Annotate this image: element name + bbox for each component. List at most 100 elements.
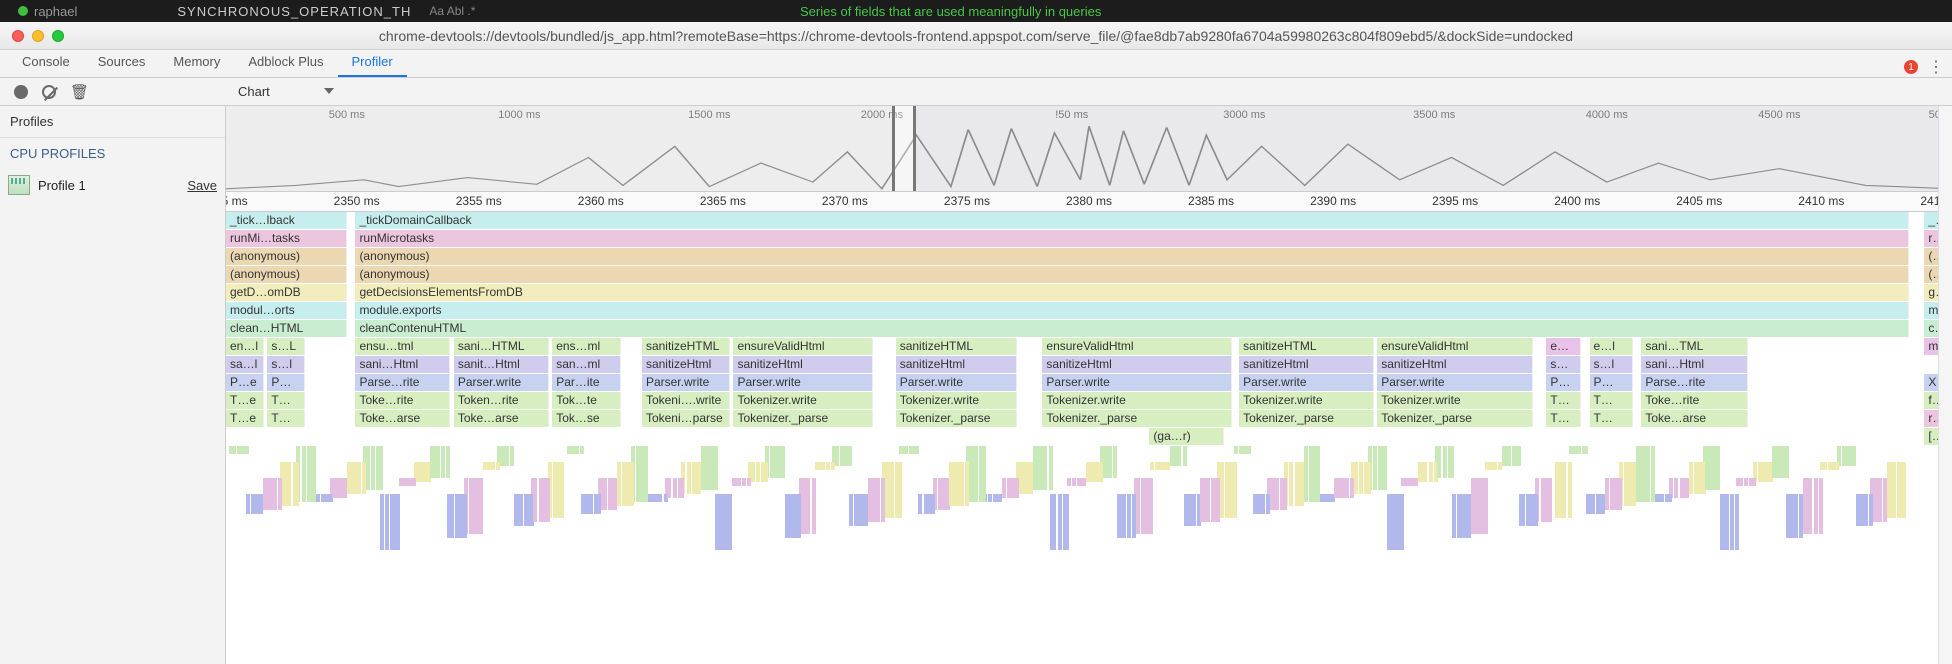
tab-memory[interactable]: Memory bbox=[159, 48, 234, 77]
flame-frame[interactable]: sani…HTML bbox=[454, 338, 549, 355]
flame-frame[interactable]: Parser.write bbox=[1042, 374, 1232, 391]
flame-frame[interactable]: module.exports bbox=[355, 302, 1908, 319]
flame-frame[interactable]: Parser.write bbox=[733, 374, 873, 391]
flame-frame[interactable]: Parser.write bbox=[454, 374, 549, 391]
flame-frame[interactable]: runMicrotasks bbox=[355, 230, 1908, 247]
flame-frame[interactable]: T…e bbox=[226, 392, 264, 409]
flame-frame[interactable]: Tokenizer.write bbox=[896, 392, 1017, 409]
view-mode-select[interactable]: Chart bbox=[232, 82, 340, 101]
flame-frame[interactable]: sanitizeHtml bbox=[1377, 356, 1532, 373]
flame-frame[interactable]: Tokenizer.write bbox=[1239, 392, 1374, 409]
flame-frame[interactable]: Tokenizer._parse bbox=[1042, 410, 1232, 427]
flame-frame[interactable]: Tokenizer._parse bbox=[1239, 410, 1374, 427]
flame-frame[interactable]: Toke…arse bbox=[454, 410, 549, 427]
flame-frame[interactable]: sani…Html bbox=[1641, 356, 1748, 373]
tab-console[interactable]: Console bbox=[8, 48, 84, 77]
vertical-scrollbar[interactable] bbox=[1938, 106, 1952, 664]
flame-frame[interactable]: Toke…arse bbox=[1641, 410, 1748, 427]
detail-ruler[interactable]: 5 ms2350 ms2355 ms2360 ms2365 ms2370 ms2… bbox=[226, 192, 1952, 212]
flame-frame[interactable]: ensureValidHtml bbox=[1042, 338, 1232, 355]
flame-frame[interactable]: T… bbox=[1546, 392, 1581, 409]
flame-frame[interactable]: sanitizeHtml bbox=[896, 356, 1017, 373]
flame-frame[interactable]: _tick…lback bbox=[226, 212, 347, 229]
flame-frame[interactable]: P… bbox=[267, 374, 305, 391]
flame-frame[interactable]: sanitizeHTML bbox=[642, 338, 730, 355]
flame-frame[interactable]: T… bbox=[267, 392, 305, 409]
record-button-icon[interactable] bbox=[14, 85, 28, 99]
flame-frame[interactable]: Tokeni…parse bbox=[642, 410, 730, 427]
flame-frame[interactable]: P…e bbox=[226, 374, 264, 391]
flame-frame[interactable]: Toke…arse bbox=[355, 410, 450, 427]
flame-frame[interactable]: Parse…rite bbox=[355, 374, 450, 391]
flame-frame[interactable]: P… bbox=[1546, 374, 1581, 391]
profile-save-link[interactable]: Save bbox=[187, 178, 217, 193]
tab-profiler[interactable]: Profiler bbox=[338, 48, 407, 77]
flame-frame[interactable]: Parser.write bbox=[1377, 374, 1532, 391]
flame-frame[interactable]: Parse…rite bbox=[1641, 374, 1748, 391]
flame-frame[interactable]: T…e bbox=[226, 410, 264, 427]
flame-frame[interactable]: T… bbox=[1546, 410, 1581, 427]
flame-frame[interactable]: Tokenizer._parse bbox=[896, 410, 1017, 427]
flame-frame[interactable]: sanitizeHTML bbox=[896, 338, 1017, 355]
flame-frame[interactable]: (anonymous) bbox=[226, 248, 347, 265]
profile-item[interactable]: Profile 1 Save bbox=[0, 169, 225, 201]
flame-frame[interactable]: sani…Html bbox=[355, 356, 450, 373]
flame-frame[interactable]: s…l bbox=[267, 356, 305, 373]
flame-frame[interactable]: Tok…te bbox=[552, 392, 621, 409]
overview-timeline[interactable]: 500 ms1000 ms1500 ms2000 ms!50 ms3000 ms… bbox=[226, 106, 1952, 192]
flame-frame[interactable]: Tokeni….write bbox=[642, 392, 730, 409]
flame-frame[interactable]: Parser.write bbox=[896, 374, 1017, 391]
tab-adblock-plus[interactable]: Adblock Plus bbox=[234, 48, 337, 77]
flame-frame[interactable]: (anonymous) bbox=[355, 266, 1908, 283]
overview-window-handle[interactable] bbox=[892, 106, 916, 191]
flame-frame[interactable]: T… bbox=[1590, 410, 1633, 427]
flame-frame[interactable]: P… bbox=[1590, 374, 1633, 391]
kebab-menu-icon[interactable]: ⋮ bbox=[1928, 57, 1944, 77]
flame-frame[interactable]: e…l bbox=[1590, 338, 1633, 355]
flame-frame[interactable]: Par…ite bbox=[552, 374, 621, 391]
flame-frame[interactable]: ensu…tml bbox=[355, 338, 450, 355]
flame-chart[interactable]: _tick…lback_tickDomainCallback_…krunMi…t… bbox=[226, 212, 1952, 632]
tab-sources[interactable]: Sources bbox=[84, 48, 160, 77]
flame-frame[interactable]: (anonymous) bbox=[226, 266, 347, 283]
trash-icon[interactable]: 🗑 bbox=[70, 83, 89, 101]
flame-frame[interactable]: sani…TML bbox=[1641, 338, 1748, 355]
flame-frame[interactable]: getDecisionsElementsFromDB bbox=[355, 284, 1908, 301]
flame-frame[interactable]: ens…ml bbox=[552, 338, 621, 355]
flame-frame[interactable]: _tickDomainCallback bbox=[355, 212, 1908, 229]
flame-frame[interactable]: sanit…Html bbox=[454, 356, 549, 373]
flame-frame[interactable]: sanitizeHTML bbox=[1239, 338, 1374, 355]
flame-frame[interactable]: Tokenizer._parse bbox=[1377, 410, 1532, 427]
flame-frame[interactable]: Toke…rite bbox=[355, 392, 450, 409]
flame-frame[interactable]: runMi…tasks bbox=[226, 230, 347, 247]
flame-frame[interactable]: T… bbox=[267, 410, 305, 427]
flame-frame[interactable]: Tokenizer.write bbox=[1377, 392, 1532, 409]
flame-frame[interactable]: san…ml bbox=[552, 356, 621, 373]
flame-frame[interactable]: (ga…r) bbox=[1149, 428, 1223, 445]
flame-frame[interactable]: Tokenizer.write bbox=[1042, 392, 1232, 409]
flame-frame[interactable]: sanitizeHtml bbox=[733, 356, 873, 373]
flame-frame[interactable]: Tok…se bbox=[552, 410, 621, 427]
flame-frame[interactable]: s…L bbox=[267, 338, 305, 355]
flame-frame[interactable]: sanitizeHtml bbox=[642, 356, 730, 373]
flame-frame[interactable]: Parser.write bbox=[1239, 374, 1374, 391]
flame-frame[interactable]: Token…rite bbox=[454, 392, 549, 409]
flame-frame[interactable]: sanitizeHtml bbox=[1042, 356, 1232, 373]
flame-frame[interactable]: (anonymous) bbox=[355, 248, 1908, 265]
flame-frame[interactable]: s… bbox=[1546, 356, 1581, 373]
flame-frame[interactable]: Toke…rite bbox=[1641, 392, 1748, 409]
flame-frame[interactable]: clean…HTML bbox=[226, 320, 347, 337]
flame-frame[interactable]: sa…l bbox=[226, 356, 264, 373]
flame-frame[interactable]: T… bbox=[1590, 392, 1633, 409]
flame-chart-pane[interactable]: 500 ms1000 ms1500 ms2000 ms!50 ms3000 ms… bbox=[226, 106, 1952, 664]
flame-frame[interactable]: Tokenizer.write bbox=[733, 392, 873, 409]
flame-frame[interactable]: Parser.write bbox=[642, 374, 730, 391]
flame-frame[interactable]: en…l bbox=[226, 338, 264, 355]
error-count-badge[interactable]: 1 bbox=[1904, 60, 1918, 74]
clear-icon[interactable] bbox=[42, 85, 56, 99]
flame-frame[interactable]: ensureValidHtml bbox=[733, 338, 873, 355]
flame-frame[interactable]: s…l bbox=[1590, 356, 1633, 373]
flame-frame[interactable]: sanitizeHtml bbox=[1239, 356, 1374, 373]
flame-frame[interactable]: e… bbox=[1546, 338, 1581, 355]
flame-frame[interactable]: cleanContenuHTML bbox=[355, 320, 1908, 337]
